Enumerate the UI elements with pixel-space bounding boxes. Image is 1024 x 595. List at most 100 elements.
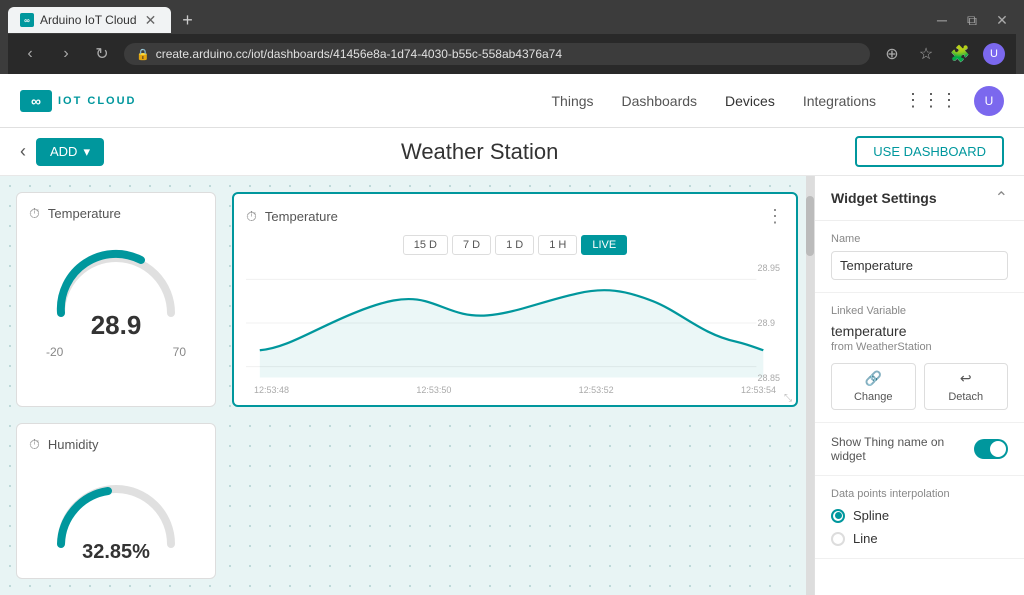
main-nav: Things Dashboards Devices Integrations: [552, 93, 877, 109]
interpolation-label: Data points interpolation: [831, 488, 1008, 500]
chart-time-controls: 15 D 7 D 1 D 1 H LIVE: [246, 235, 784, 255]
browser-tab[interactable]: ∞ Arduino IoT Cloud ✕: [8, 7, 171, 33]
browser-chrome: ∞ Arduino IoT Cloud ✕ + ─ ⧉ ✕ ‹ › ↻ 🔒 cr…: [0, 0, 1024, 74]
time-7d-button[interactable]: 7 D: [452, 235, 491, 255]
link-icon: 🔗: [865, 370, 882, 387]
right-panel: Widget Settings ⌃ Name Linked Variable t…: [814, 176, 1024, 595]
temperature-gauge-widget[interactable]: ⏱ Temperature 28.9 -20 70: [16, 192, 216, 407]
chart-y-labels: 28.95 28.9 28.85: [757, 263, 780, 383]
widgets-grid: ⏱ Temperature 28.9 -20 70: [16, 192, 798, 579]
panel-header: Widget Settings ⌃: [815, 176, 1024, 221]
chart-x-labels: 12:53:48 12:53:50 12:53:52 12:53:54: [246, 383, 784, 395]
spline-radio-circle[interactable]: [831, 509, 845, 523]
back-button[interactable]: ‹: [16, 40, 44, 68]
panel-title: Widget Settings: [831, 190, 937, 206]
profile-icon[interactable]: U: [980, 40, 1008, 68]
chart-history-icon: ⏱: [246, 208, 257, 225]
panel-action-buttons: 🔗 Change ↩ Detach: [831, 363, 1008, 410]
new-tab-button[interactable]: +: [175, 7, 201, 33]
url-text: create.arduino.cc/iot/dashboards/41456e8…: [156, 47, 562, 61]
arduino-logo: ∞ IOT CLOUD: [20, 90, 137, 112]
change-variable-button[interactable]: 🔗 Change: [831, 363, 916, 410]
main-content: ⏱ Temperature 28.9 -20 70: [0, 176, 1024, 595]
time-15d-button[interactable]: 15 D: [403, 235, 448, 255]
lock-icon: 🔒: [136, 48, 150, 61]
logo-infinity-symbol: ∞: [31, 93, 41, 109]
temperature-gauge-title: Temperature: [48, 206, 121, 221]
x-label-1: 12:53:50: [416, 385, 451, 395]
linked-var-name: temperature: [831, 323, 1008, 339]
detach-label: Detach: [948, 391, 983, 403]
scrollbar-track[interactable]: [806, 176, 814, 595]
humidity-gauge-widget[interactable]: ⏱ Humidity 32.85%: [16, 423, 216, 579]
chart-svg: [246, 263, 784, 383]
history-icon: ⏱: [29, 205, 40, 222]
widget-menu-icon[interactable]: ⋮: [766, 206, 784, 227]
resize-handle[interactable]: ⤡: [784, 393, 794, 403]
scrollbar-thumb[interactable]: [806, 196, 814, 256]
line-label: Line: [853, 531, 878, 546]
minimize-button[interactable]: ─: [928, 6, 956, 34]
nav-devices[interactable]: Devices: [725, 93, 775, 109]
show-thing-section: Show Thing name on widget: [815, 423, 1024, 476]
close-button[interactable]: ✕: [988, 6, 1016, 34]
restore-button[interactable]: ⧉: [958, 6, 986, 34]
use-dashboard-button[interactable]: USE DASHBOARD: [855, 136, 1004, 167]
empty-widget-area: [232, 423, 798, 579]
time-live-button[interactable]: LIVE: [581, 235, 627, 255]
nav-integrations[interactable]: Integrations: [803, 93, 876, 109]
dashboard-title: Weather Station: [104, 139, 855, 165]
y-label-top: 28.95: [757, 263, 780, 273]
x-label-3: 12:53:54: [741, 385, 776, 395]
search-icon[interactable]: ⊕: [878, 40, 906, 68]
chart-area: 28.95 28.9 28.85: [246, 263, 784, 383]
humidity-history-icon: ⏱: [29, 436, 40, 453]
star-icon[interactable]: ☆: [912, 40, 940, 68]
line-radio-circle[interactable]: [831, 532, 845, 546]
nav-dashboards[interactable]: Dashboards: [622, 93, 698, 109]
interpolation-radio-group: Spline Line: [831, 508, 1008, 546]
chevron-down-icon: ▾: [83, 144, 90, 160]
time-1h-button[interactable]: 1 H: [538, 235, 577, 255]
chart-widget-header: ⏱ Temperature ⋮: [246, 206, 784, 227]
linked-var-source: from WeatherStation: [831, 341, 1008, 353]
tab-close-button[interactable]: ✕: [143, 12, 159, 28]
spline-label: Spline: [853, 508, 889, 523]
widget-header: ⏱ Temperature: [29, 205, 203, 222]
add-label: ADD: [50, 144, 77, 159]
linked-var-section: Linked Variable temperature from Weather…: [815, 293, 1024, 423]
name-label: Name: [831, 233, 1008, 245]
detach-variable-button[interactable]: ↩ Detach: [924, 363, 1009, 410]
user-avatar[interactable]: U: [974, 86, 1004, 116]
show-thing-label: Show Thing name on widget: [831, 435, 974, 463]
humidity-value: 32.85%: [82, 541, 150, 564]
humidity-title: Humidity: [48, 437, 99, 452]
add-widget-button[interactable]: ADD ▾: [36, 138, 104, 166]
back-navigation-button[interactable]: ‹: [20, 141, 26, 162]
nav-things[interactable]: Things: [552, 93, 594, 109]
app-header: ∞ IOT CLOUD Things Dashboards Devices In…: [0, 74, 1024, 128]
panel-close-button[interactable]: ⌃: [995, 188, 1008, 208]
nav-icons: ⊕ ☆ 🧩 U: [878, 40, 1008, 68]
humidity-gauge-svg: [46, 469, 186, 549]
logo-icon: ∞: [20, 90, 52, 112]
forward-button[interactable]: ›: [52, 40, 80, 68]
temperature-value: 28.9: [91, 310, 142, 341]
line-radio-item[interactable]: Line: [831, 531, 1008, 546]
name-input[interactable]: [831, 251, 1008, 280]
apps-grid-icon[interactable]: ⋮⋮⋮: [904, 90, 958, 111]
refresh-button[interactable]: ↻: [88, 40, 116, 68]
spline-radio-item[interactable]: Spline: [831, 508, 1008, 523]
change-label: Change: [854, 391, 893, 403]
show-thing-toggle[interactable]: [974, 439, 1008, 459]
temperature-chart-widget[interactable]: ⏱ Temperature ⋮ 15 D 7 D 1 D 1 H LIVE: [232, 192, 798, 407]
address-bar[interactable]: 🔒 create.arduino.cc/iot/dashboards/41456…: [124, 43, 870, 65]
name-section: Name: [815, 221, 1024, 293]
dashboard-toolbar: ‹ ADD ▾ Weather Station USE DASHBOARD: [0, 128, 1024, 176]
dashboard-area: ⏱ Temperature 28.9 -20 70: [0, 176, 814, 595]
x-label-2: 12:53:52: [579, 385, 614, 395]
time-1d-button[interactable]: 1 D: [495, 235, 534, 255]
show-thing-row: Show Thing name on widget: [831, 435, 1008, 463]
header-right: ⋮⋮⋮ U: [904, 86, 1004, 116]
extensions-icon[interactable]: 🧩: [946, 40, 974, 68]
